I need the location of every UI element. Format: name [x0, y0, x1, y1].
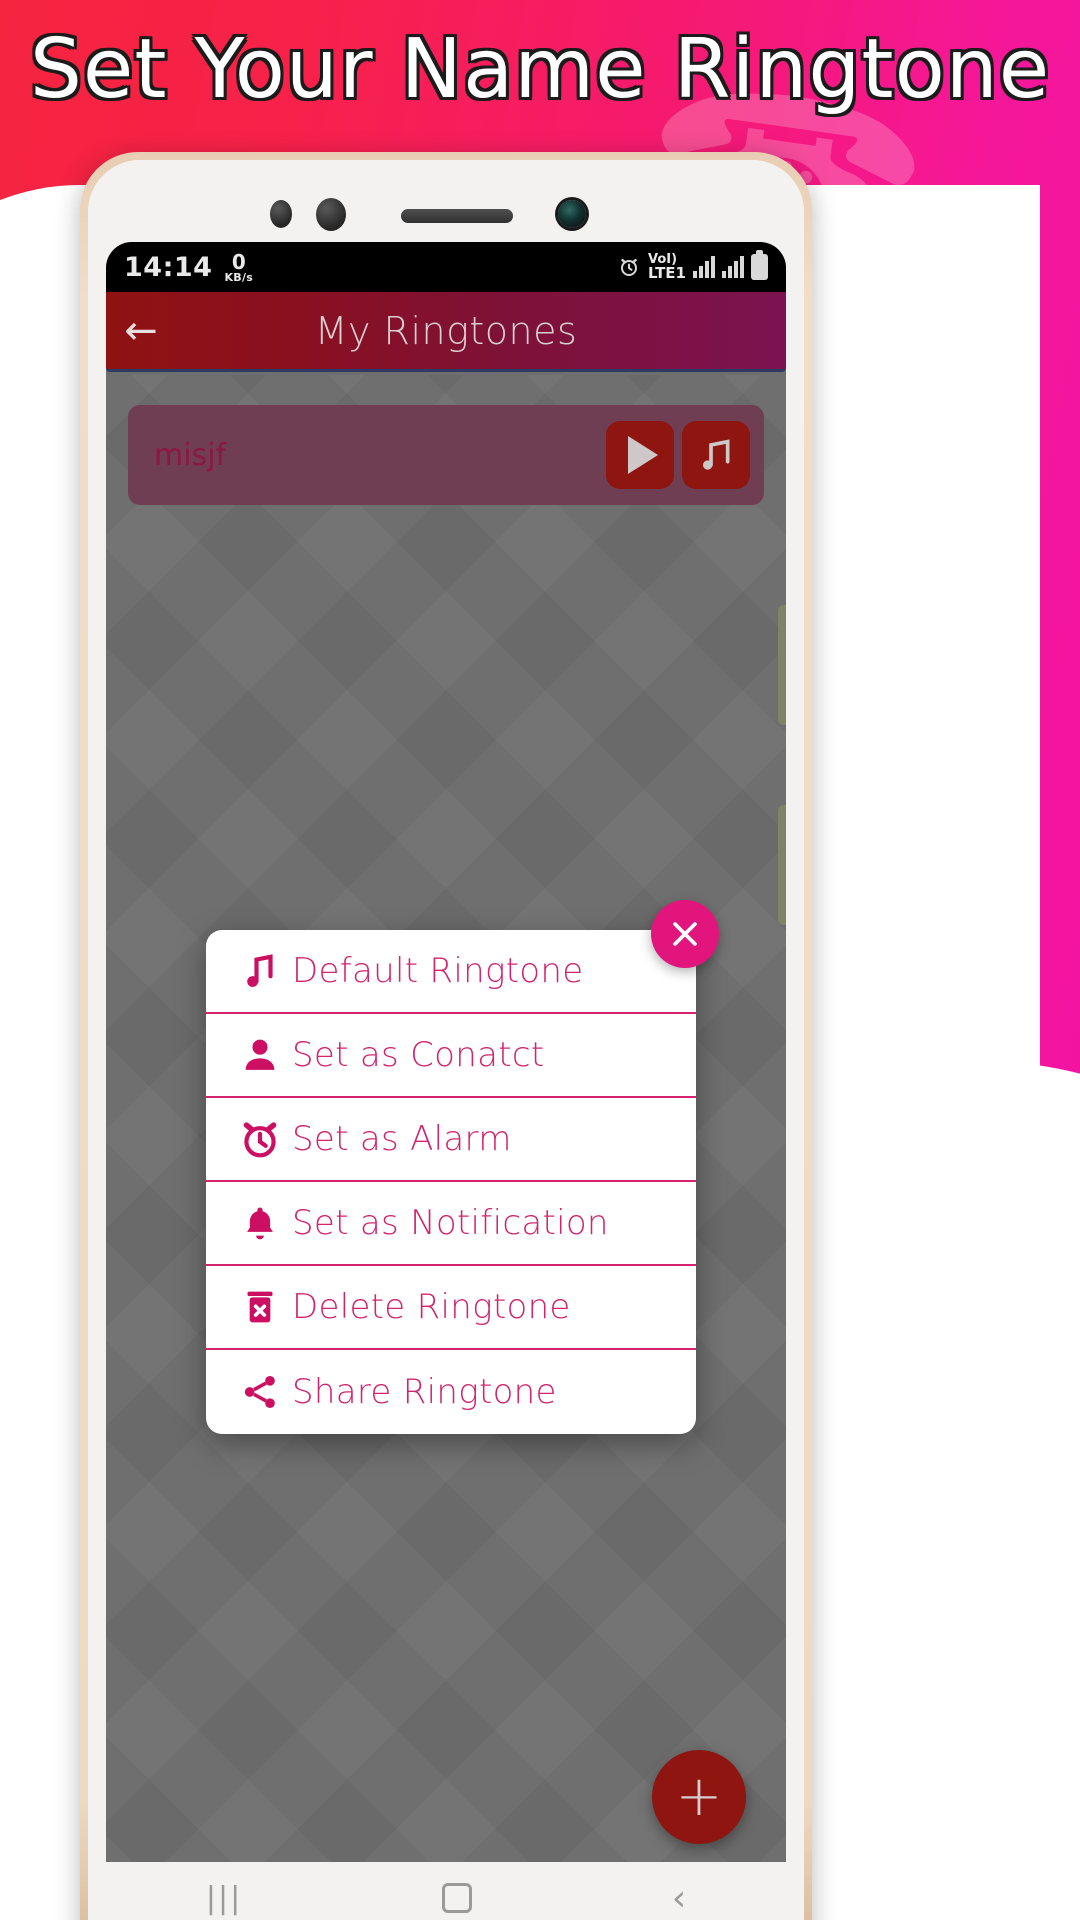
- plus-icon: +: [675, 1764, 723, 1829]
- content-area: misjf Default Ringtone Set as Conatct Se…: [106, 375, 786, 1920]
- alarm-clock-icon: [621, 259, 637, 276]
- earpiece-speaker: [401, 209, 513, 223]
- promo-banner: ☎ Set Your Name Ringtone 14:14 0 KB/s: [0, 0, 1080, 1920]
- ringtone-options-dialog: Default Ringtone Set as Conatct Set as A…: [206, 930, 696, 1434]
- signal-bars-icon-2: [722, 256, 744, 278]
- ringtone-name: misjf: [154, 437, 227, 473]
- set-ringtone-button[interactable]: [682, 421, 750, 489]
- dialog-item-label: Set as Alarm: [292, 1119, 512, 1159]
- scroll-indicator-top[interactable]: [778, 605, 786, 725]
- alarm-clock-icon: [228, 1117, 292, 1161]
- front-camera-icon: [558, 200, 586, 228]
- phone-screen: 14:14 0 KB/s VoI) LTE1 ← My Ringtones mi…: [106, 242, 786, 1920]
- volte-line-2: LTE1: [648, 264, 686, 282]
- dialog-item-label: Share Ringtone: [292, 1372, 557, 1412]
- play-button[interactable]: [606, 421, 674, 489]
- music-note-icon: [228, 950, 292, 992]
- phone-mockup: 14:14 0 KB/s VoI) LTE1 ← My Ringtones mi…: [80, 152, 812, 1920]
- close-dialog-button[interactable]: [651, 900, 719, 968]
- dialog-item-share-ringtone[interactable]: Share Ringtone: [206, 1350, 696, 1434]
- dialog-item-label: Default Ringtone: [292, 951, 584, 991]
- light-sensor-icon: [316, 198, 346, 231]
- trash-delete-icon: [228, 1287, 292, 1327]
- recent-apps-icon[interactable]: |||: [206, 1881, 242, 1916]
- page-title: My Ringtones: [314, 308, 578, 353]
- phone-top-bezel: [88, 160, 804, 242]
- status-time: 14:14: [124, 251, 213, 283]
- dialog-item-set-as-contact[interactable]: Set as Conatct: [206, 1014, 696, 1098]
- phone-inner-frame: 14:14 0 KB/s VoI) LTE1 ← My Ringtones mi…: [88, 160, 804, 1920]
- person-icon: [228, 1034, 292, 1076]
- proximity-sensor-icon: [270, 200, 292, 228]
- home-icon[interactable]: [441, 1883, 472, 1913]
- promo-headline: Set Your Name Ringtone: [29, 22, 1051, 117]
- volte-indicator: VoI) LTE1: [648, 253, 686, 281]
- play-icon: [628, 436, 658, 474]
- network-speed-indicator: 0 KB/s: [224, 252, 253, 283]
- add-ringtone-fab[interactable]: +: [652, 1750, 746, 1844]
- dialog-item-default-ringtone[interactable]: Default Ringtone: [206, 930, 696, 1014]
- status-bar: 14:14 0 KB/s VoI) LTE1: [106, 242, 786, 292]
- dialog-item-label: Set as Conatct: [292, 1035, 545, 1075]
- music-note-icon: [703, 439, 730, 470]
- nav-back-icon[interactable]: ‹: [672, 1878, 686, 1919]
- dialog-item-delete-ringtone[interactable]: Delete Ringtone: [206, 1266, 696, 1350]
- android-nav-bar: ||| ‹: [106, 1862, 786, 1920]
- list-item[interactable]: misjf: [128, 405, 764, 505]
- scroll-indicator-bottom[interactable]: [778, 805, 786, 925]
- share-icon: [228, 1372, 292, 1412]
- app-bar: ← My Ringtones: [106, 292, 786, 372]
- bell-icon: [228, 1202, 292, 1244]
- back-arrow-icon[interactable]: ←: [106, 311, 176, 351]
- dialog-item-label: Delete Ringtone: [292, 1287, 571, 1327]
- dialog-item-label: Set as Notification: [292, 1203, 609, 1243]
- dialog-item-set-as-notification[interactable]: Set as Notification: [206, 1182, 696, 1266]
- dialog-item-set-as-alarm[interactable]: Set as Alarm: [206, 1098, 696, 1182]
- network-speed-unit: KB/s: [224, 270, 254, 284]
- network-speed-value: 0: [231, 249, 246, 274]
- close-icon: [673, 922, 697, 946]
- battery-icon: [751, 250, 768, 280]
- status-icons: VoI) LTE1: [617, 250, 768, 281]
- signal-bars-icon: [693, 256, 715, 278]
